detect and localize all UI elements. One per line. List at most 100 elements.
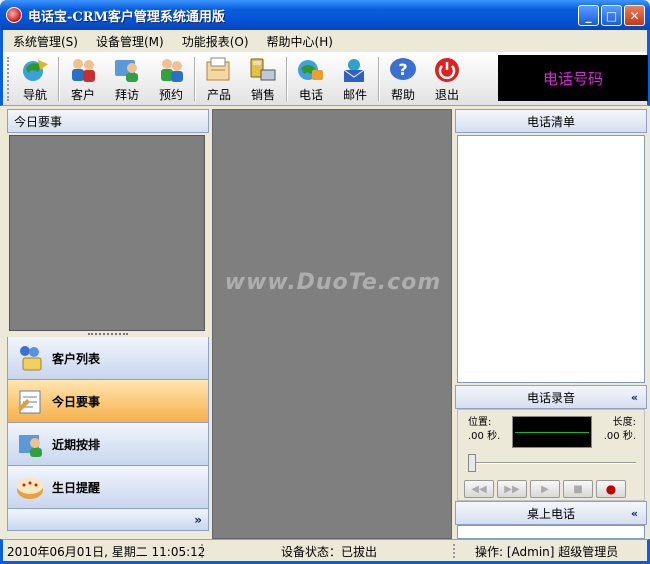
toolbar-exit-label: 退出: [434, 88, 459, 102]
position-label: 位置:: [468, 417, 492, 428]
status-device: 设备状态：已拔出: [281, 545, 378, 559]
phone-number-display: 电话号码: [498, 55, 648, 101]
toolbar-visit-label: 拜访: [114, 88, 139, 102]
rewind-button[interactable]: ◀◀: [464, 480, 494, 498]
splitter-grip: [88, 333, 128, 335]
nav-label: 生日提醒: [52, 480, 101, 495]
recording-section: 电话录音 «: [455, 385, 647, 409]
toolbar-product-label: 产品: [206, 88, 231, 102]
workspace: www.DuoTe.com: [212, 109, 452, 539]
sales-icon: [248, 56, 278, 84]
length-label: 长度:: [612, 417, 636, 428]
minimize-button[interactable]: _: [578, 5, 599, 26]
length-value: .00 秒.: [603, 431, 636, 442]
nav-label: 今日要事: [52, 394, 101, 409]
toolbar-appointment-button[interactable]: 预约: [149, 52, 193, 102]
phone-icon: [296, 56, 326, 84]
toolbar-customer-button[interactable]: 客户: [61, 52, 105, 102]
recording-panel: 位置: .00 秒. 长度: .00 秒. ◀◀ ▶▶ ▶ ■ ●: [457, 409, 645, 501]
playback-slider[interactable]: [468, 462, 636, 464]
call-list-header: 电话清单: [455, 109, 647, 133]
menu-help[interactable]: 帮助中心(H): [267, 33, 333, 50]
nav-item-schedule[interactable]: 近期按排: [7, 423, 209, 466]
birthday-cake-icon: [14, 471, 46, 503]
waveform-line: [515, 432, 589, 433]
app-icon[interactable]: [6, 7, 22, 23]
window-controls: _ □ ✕: [578, 5, 645, 26]
toolbar-navigation-label: 导航: [22, 88, 47, 102]
call-list-title: 电话清单: [526, 114, 575, 129]
customer-list-icon: [14, 342, 46, 374]
record-button[interactable]: ●: [596, 480, 626, 498]
mail-icon: [340, 56, 370, 84]
title-bar[interactable]: 电话宝-CRM客户管理系统通用版 _ □ ✕: [0, 0, 650, 30]
menu-reports[interactable]: 功能报表(O): [182, 33, 249, 50]
call-list[interactable]: [457, 135, 645, 383]
toolbar-grip[interactable]: [7, 57, 11, 101]
svg-text:?: ?: [398, 60, 407, 79]
nav-item-today-tasks[interactable]: 今日要事: [7, 380, 209, 423]
exit-icon: [432, 56, 462, 84]
main-area: 今日要事 客户列表 今日要事 近期按排 生日提醒 » www.DuoTe.com…: [3, 107, 647, 539]
position-readout: 位置: .00 秒.: [468, 416, 500, 444]
menu-system[interactable]: 系统管理(S): [13, 33, 78, 50]
watermark: www.DuoTe.com: [224, 270, 442, 295]
nav-label: 近期按排: [52, 437, 101, 452]
toolbar-visit-button[interactable]: 拜访: [105, 52, 149, 102]
window-title: 电话宝-CRM客户管理系统通用版: [28, 9, 225, 25]
toolbar-separator: [286, 57, 288, 101]
help-icon: ?: [388, 56, 418, 84]
product-icon: [204, 56, 234, 84]
status-datetime: 2010年06月01日, 星期二 11:05:12: [7, 545, 206, 559]
waveform-display: [512, 416, 592, 448]
nav-more-button[interactable]: »: [7, 509, 209, 531]
toolbar-navigation-button[interactable]: 导航: [13, 52, 57, 102]
toolbar-separator: [58, 57, 60, 101]
recording-header[interactable]: 电话录音 «: [455, 385, 647, 409]
chevron-right-icon: »: [194, 512, 202, 527]
toolbar-phone-label: 电话: [298, 88, 323, 102]
toolbar-mail-button[interactable]: 邮件: [333, 52, 377, 102]
desk-phone-section: 桌上电话 «: [455, 501, 647, 525]
menu-device[interactable]: 设备管理(M): [96, 33, 164, 50]
toolbar: 导航 客户 拜访 预约 产品 销售 电话 邮件 ? 帮助 退出 电话号码: [0, 52, 650, 106]
desk-phone-panel: [457, 525, 645, 539]
close-button[interactable]: ✕: [624, 5, 645, 26]
play-button[interactable]: ▶: [530, 480, 560, 498]
nav-item-birthday-reminder[interactable]: 生日提醒: [7, 466, 209, 509]
toolbar-product-button[interactable]: 产品: [197, 52, 241, 102]
maximize-button[interactable]: □: [601, 5, 622, 26]
today-tasks-content: [9, 135, 205, 331]
toolbar-appointment-label: 预约: [158, 88, 183, 102]
toolbar-sales-button[interactable]: 销售: [241, 52, 285, 102]
toolbar-separator: [194, 57, 196, 101]
appointment-icon: [156, 56, 186, 84]
today-tasks-icon: [14, 385, 46, 417]
toolbar-help-button[interactable]: ? 帮助: [381, 52, 425, 102]
menu-bar: 系统管理(S) 设备管理(M) 功能报表(O) 帮助中心(H): [0, 30, 650, 52]
fast-forward-button[interactable]: ▶▶: [497, 480, 527, 498]
toolbar-exit-button[interactable]: 退出: [425, 52, 469, 102]
length-readout: 长度: .00 秒.: [604, 416, 636, 444]
nav-list: 客户列表 今日要事 近期按排 生日提醒 »: [7, 337, 209, 531]
toolbar-customer-label: 客户: [70, 88, 95, 102]
collapse-icon[interactable]: «: [631, 391, 638, 404]
desk-phone-title: 桌上电话: [526, 506, 575, 521]
nav-item-customer-list[interactable]: 客户列表: [7, 337, 209, 380]
stop-button[interactable]: ■: [563, 480, 593, 498]
toolbar-help-label: 帮助: [390, 88, 415, 102]
schedule-icon: [14, 428, 46, 460]
status-divider: [201, 544, 211, 558]
customer-icon: [68, 56, 98, 84]
toolbar-sales-label: 销售: [250, 88, 275, 102]
navigation-icon: [20, 56, 50, 84]
playback-slider-thumb[interactable]: [468, 454, 476, 472]
nav-label: 客户列表: [52, 351, 101, 366]
toolbar-separator: [378, 57, 380, 101]
status-bar: 2010年06月01日, 星期二 11:05:12 设备状态：已拔出 操作: […: [0, 539, 650, 564]
right-panel: 电话清单 电话录音 « 位置: .00 秒. 长度: .00 秒. ◀◀ ▶▶: [455, 109, 647, 539]
toolbar-phone-button[interactable]: 电话: [289, 52, 333, 102]
today-tasks-header: 今日要事: [7, 109, 209, 133]
collapse-icon[interactable]: «: [631, 507, 638, 520]
desk-phone-header[interactable]: 桌上电话 «: [455, 501, 647, 525]
